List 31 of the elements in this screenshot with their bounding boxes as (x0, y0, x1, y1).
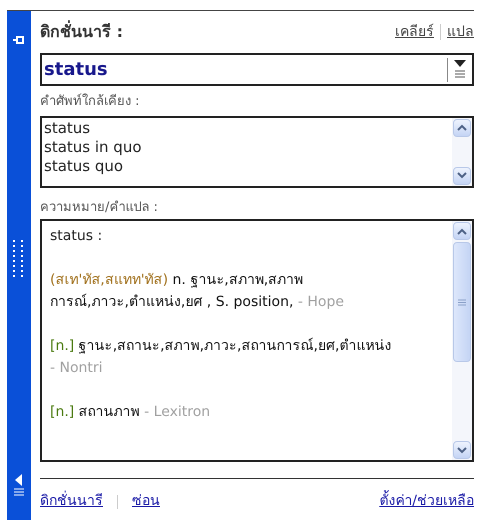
section-label: ความหมาย/คำแปล : (40, 198, 159, 216)
settings-help-link[interactable]: ตั้งค่า/ช่วยเหลือ (379, 491, 474, 512)
panel-title: ดิกชั่นนารี : (40, 20, 123, 43)
header-link[interactable]: เคลียร์ (395, 22, 434, 42)
list-item[interactable]: status in quo (44, 138, 452, 156)
scroll-up-button[interactable] (453, 118, 471, 136)
chevron-down-icon (457, 446, 467, 454)
scroll-down-button[interactable] (453, 166, 471, 184)
definition-text: [n.] ฐานะ,สถานะ,สภาพ,ภาวะ,สถานการณ์,ยศ,ตำแหน่ง - Nontri (50, 336, 392, 378)
list-item[interactable]: status quo (44, 156, 452, 176)
definition-text: [n.] สถานภาพ - Lexitron (50, 403, 212, 422)
dropdown-icon[interactable] (454, 60, 466, 80)
scrollbar[interactable] (452, 118, 472, 186)
collapse-icon[interactable] (13, 472, 25, 496)
grip-icon[interactable] (12, 238, 26, 278)
scrollbar[interactable] (452, 221, 472, 460)
list-item[interactable]: status (44, 118, 452, 138)
section-label: คำศัพท์ใกล้เคียง : (40, 92, 141, 111)
footer-link[interactable]: ซ่อน (132, 491, 160, 512)
pin-icon[interactable] (13, 35, 25, 45)
chevron-down-icon (457, 172, 467, 179)
chevron-up-icon (457, 228, 467, 234)
scroll-up-button[interactable] (453, 222, 471, 240)
definition-text: (สเท'ทัส,สแทท'ทัส) n. ฐานะ,สภาพ,สภาพการณ์,ภาวะ,ตำแหน่ง,ยศ , S. position, - Hope (50, 271, 345, 312)
headword: status : (50, 227, 104, 246)
search-field[interactable]: status (40, 53, 474, 86)
scroll-thumb[interactable] (453, 242, 471, 362)
header-link[interactable]: แปล (447, 22, 474, 42)
scroll-down-button[interactable] (453, 441, 471, 459)
footer-link[interactable]: ดิกชั่นนารี (40, 491, 103, 512)
chevron-up-icon (457, 124, 467, 131)
